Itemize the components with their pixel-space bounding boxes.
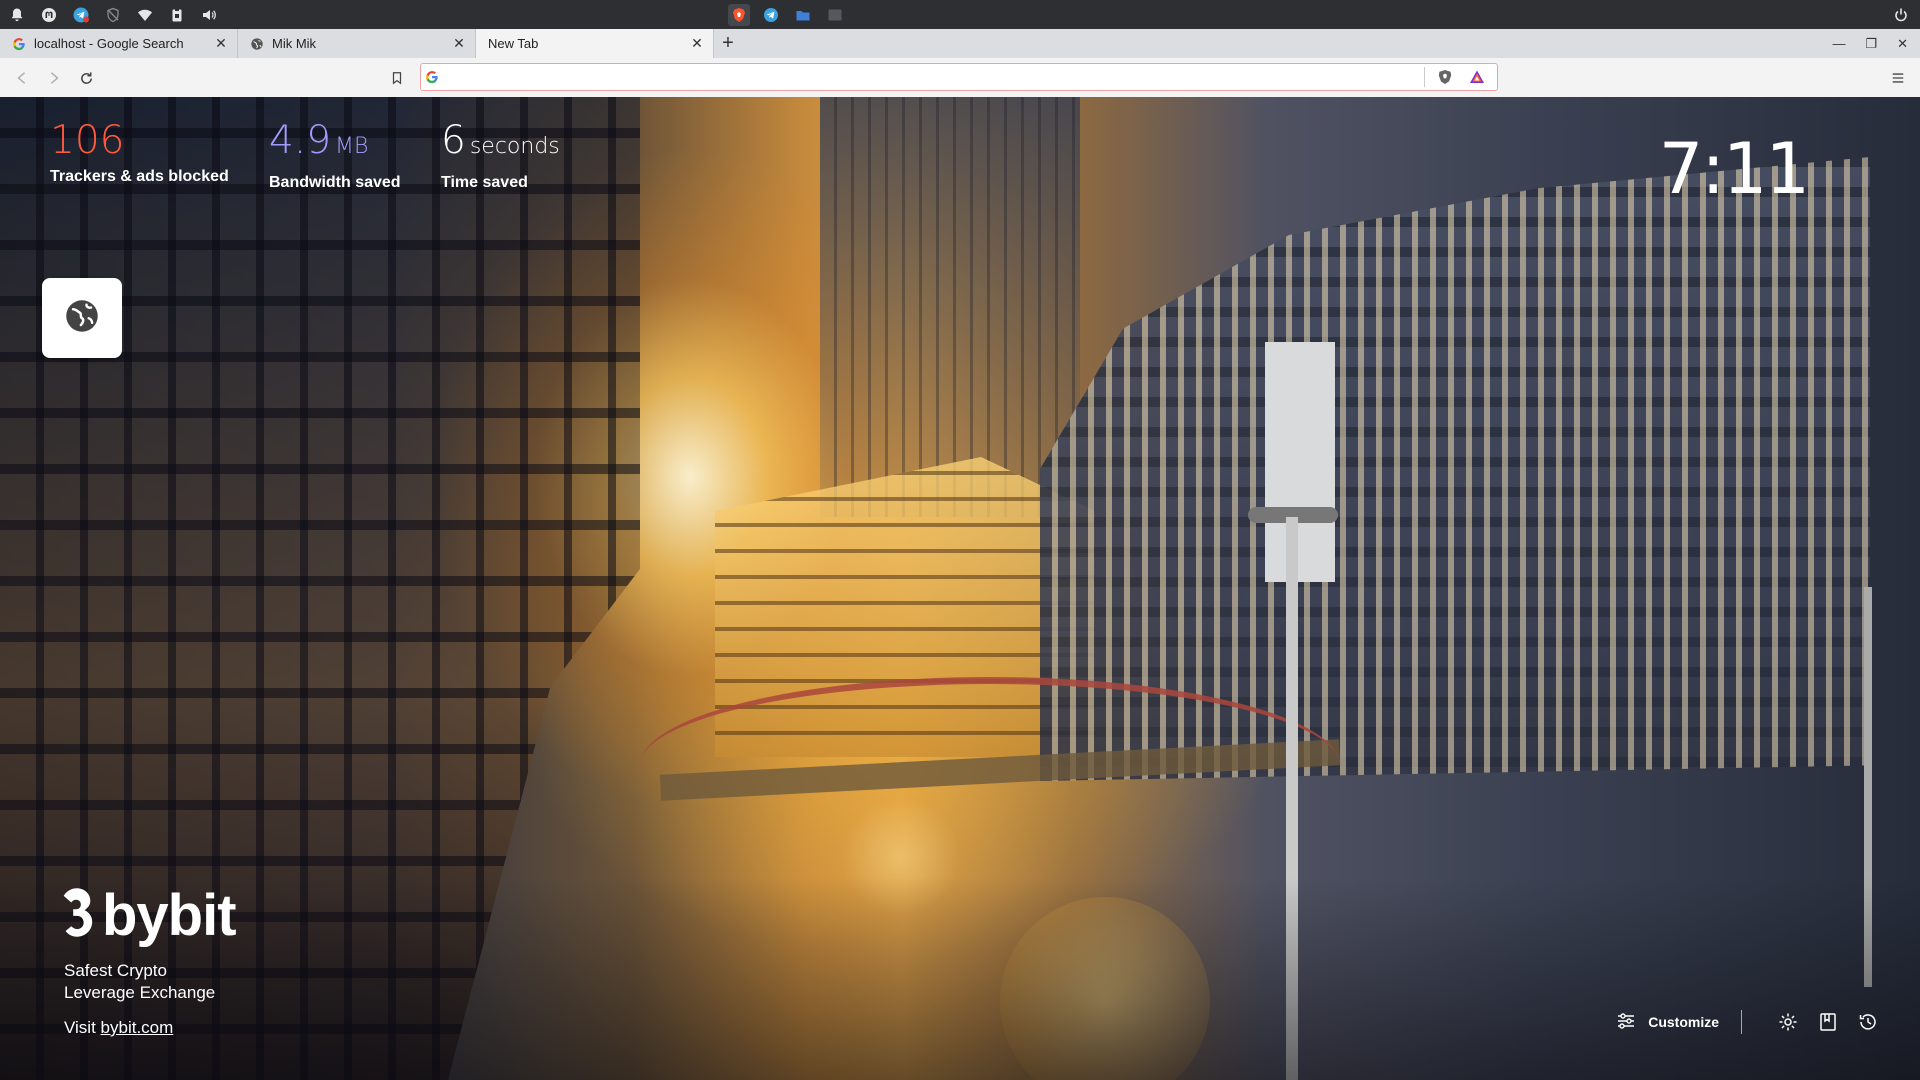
- google-icon: [12, 37, 26, 51]
- ntp-controls: Customize: [1616, 1010, 1880, 1034]
- stat-time: 6 seconds Time saved: [441, 118, 560, 192]
- wifi-icon[interactable]: [136, 6, 154, 24]
- close-icon[interactable]: ✕: [451, 35, 467, 52]
- background-ground-shade: [0, 877, 1920, 1080]
- customize-button[interactable]: Customize: [1616, 1011, 1741, 1034]
- bybit-logo-icon: [58, 884, 96, 947]
- address-bar[interactable]: [420, 63, 1498, 91]
- stat-trackers: 106 Trackers & ads blocked: [50, 118, 229, 186]
- back-icon[interactable]: [12, 68, 32, 88]
- telegram-icon[interactable]: [72, 6, 90, 24]
- divider: [1741, 1010, 1742, 1034]
- minimize-icon[interactable]: —: [1832, 36, 1845, 51]
- stat-label: Trackers & ads blocked: [50, 168, 229, 185]
- menu-icon[interactable]: [1888, 68, 1908, 88]
- globe-icon: [64, 298, 100, 339]
- stat-label: Time saved: [441, 174, 528, 191]
- google-icon: [421, 70, 443, 84]
- background-arch-bridge: [640, 677, 1340, 854]
- sponsor-logo[interactable]: bybit: [58, 882, 237, 948]
- tab-google-search[interactable]: localhost - Google Search ✕: [0, 29, 238, 58]
- volume-icon[interactable]: [200, 6, 218, 24]
- new-tab-page: [0, 97, 1920, 1080]
- tab-mik-mik[interactable]: Mik Mik ✕: [238, 29, 476, 58]
- sponsor-tagline: Safest Crypto Leverage Exchange: [64, 960, 284, 1004]
- customize-label: Customize: [1648, 1014, 1719, 1030]
- terminal-icon[interactable]: [824, 4, 846, 26]
- tagline-line: Leverage Exchange: [64, 983, 216, 1002]
- brave-rewards-icon[interactable]: [1465, 69, 1489, 85]
- bookmark-icon[interactable]: [387, 68, 407, 88]
- mastodon-icon[interactable]: [40, 6, 58, 24]
- stat-label: Bandwidth saved: [269, 174, 401, 191]
- shield-off-icon[interactable]: [104, 6, 122, 24]
- folder-icon[interactable]: [792, 4, 814, 26]
- settings-icon[interactable]: [1776, 1010, 1800, 1034]
- top-site-tile[interactable]: [42, 278, 122, 358]
- brave-shields-icon[interactable]: [1433, 69, 1457, 85]
- browser-toolbar: [0, 58, 1920, 98]
- bell-icon[interactable]: [8, 6, 26, 24]
- brave-icon[interactable]: [728, 3, 750, 26]
- tab-new-tab[interactable]: New Tab ✕: [476, 29, 714, 58]
- stat-value: 4.9: [269, 118, 332, 163]
- tagline-line: Safest Crypto: [64, 961, 167, 980]
- tab-title: localhost - Google Search: [34, 36, 184, 51]
- reload-icon[interactable]: [76, 68, 96, 88]
- stat-value: 106: [50, 118, 125, 163]
- sponsor-link[interactable]: bybit.com: [101, 1018, 174, 1037]
- sponsor-brand-name: bybit: [102, 882, 237, 948]
- background-building-gap: [1265, 342, 1335, 582]
- stat-unit: MB: [335, 134, 369, 159]
- tab-title: New Tab: [488, 36, 539, 51]
- address-input[interactable]: [443, 65, 1424, 89]
- stat-unit: seconds: [469, 134, 560, 159]
- close-window-icon[interactable]: ✕: [1897, 36, 1908, 52]
- tab-strip: localhost - Google Search ✕ Mik Mik ✕ Ne…: [0, 29, 1920, 58]
- close-icon[interactable]: ✕: [213, 35, 229, 52]
- sponsor-visit: Visit bybit.com: [64, 1018, 173, 1038]
- new-tab-button[interactable]: +: [714, 29, 742, 58]
- globe-icon: [250, 37, 264, 51]
- window-controls: — ❐ ✕: [1832, 29, 1920, 58]
- history-icon[interactable]: [1856, 1010, 1880, 1034]
- forward-icon[interactable]: [44, 68, 64, 88]
- close-icon[interactable]: ✕: [689, 35, 705, 52]
- background-tower: [820, 97, 1080, 517]
- stat-value: 6: [441, 118, 466, 163]
- divider: [1424, 67, 1425, 87]
- stat-bandwidth: 4.9 MB Bandwidth saved: [269, 118, 401, 192]
- telegram-icon[interactable]: [760, 4, 782, 26]
- visit-prefix: Visit: [64, 1018, 101, 1037]
- sliders-icon: [1616, 1011, 1636, 1034]
- restore-icon[interactable]: ❐: [1865, 36, 1877, 52]
- clock: 7:11: [1658, 128, 1810, 210]
- os-top-panel: [0, 0, 1920, 29]
- clipboard-icon[interactable]: [168, 6, 186, 24]
- power-icon[interactable]: [1892, 6, 1910, 24]
- bookmarks-icon[interactable]: [1816, 1010, 1840, 1034]
- tab-title: Mik Mik: [272, 36, 317, 51]
